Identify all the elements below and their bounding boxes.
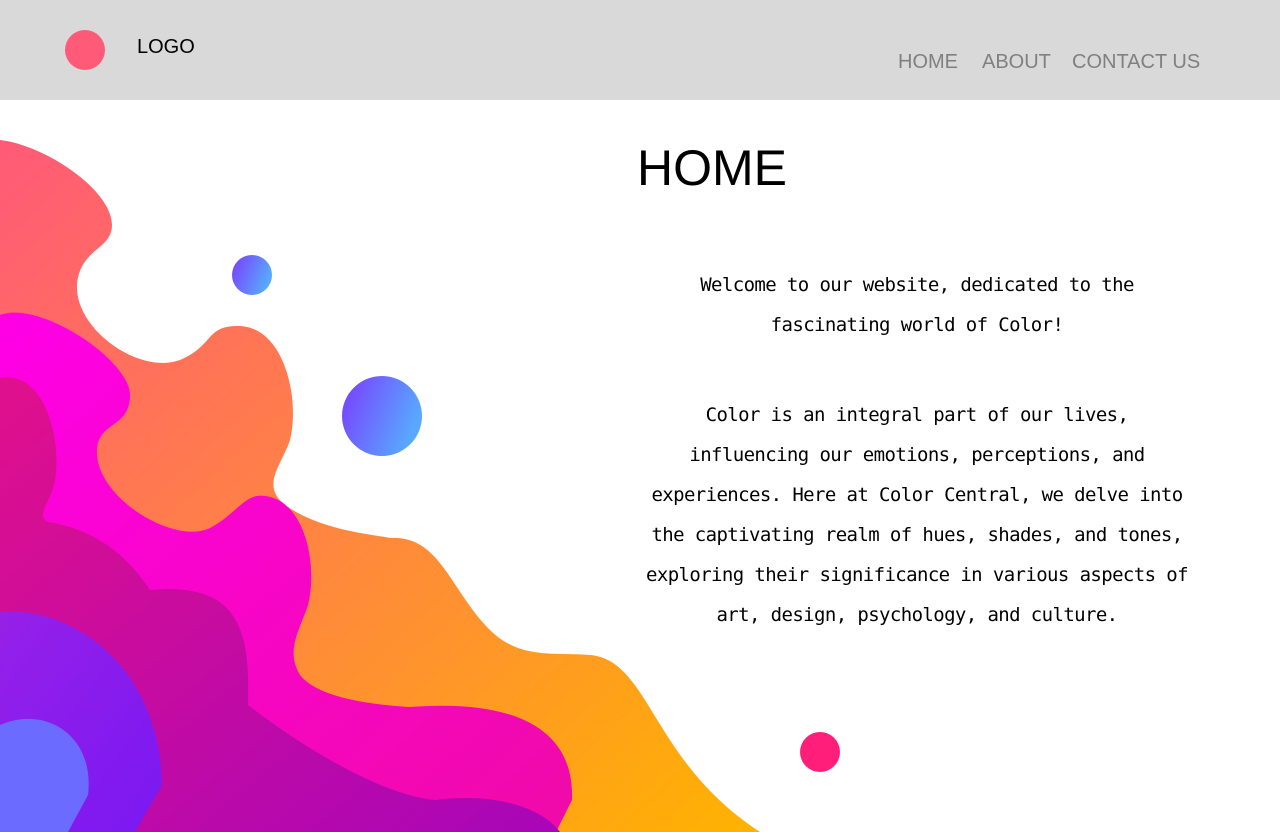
page: LOGO HOME ABOUT CONTACT US HOME Welcome … [0, 0, 1280, 832]
page-title: HOME [637, 140, 787, 196]
nav-about-link[interactable]: ABOUT [982, 50, 1051, 74]
nav-home-link[interactable]: HOME [898, 50, 958, 74]
nav-contact-link[interactable]: CONTACT US [1072, 50, 1200, 74]
paragraph-line: influencing our emotions, perceptions, a… [689, 444, 1145, 466]
small-gradient-circle [232, 255, 272, 295]
intro-paragraph: Color is an integral part of our lives, … [612, 395, 1222, 635]
header-bar: LOGO HOME ABOUT CONTACT US [0, 0, 1280, 100]
logo-text[interactable]: LOGO [137, 35, 195, 59]
welcome-text: Welcome to our website, dedicated to the… [612, 265, 1222, 345]
large-gradient-circle [342, 376, 422, 456]
paragraph-line: art, design, psychology, and culture. [716, 604, 1118, 626]
welcome-line: Welcome to our website, dedicated to the [700, 274, 1134, 296]
paragraph-line: exploring their significance in various … [646, 564, 1189, 586]
logo-mark[interactable] [65, 30, 105, 70]
welcome-line: fascinating world of Color! [770, 314, 1064, 336]
paragraph-line: Color is an integral part of our lives, [705, 404, 1129, 426]
paragraph-line: experiences. Here at Color Central, we d… [651, 484, 1183, 506]
pink-accent-circle [800, 732, 840, 772]
paragraph-line: the captivating realm of hues, shades, a… [651, 524, 1183, 546]
